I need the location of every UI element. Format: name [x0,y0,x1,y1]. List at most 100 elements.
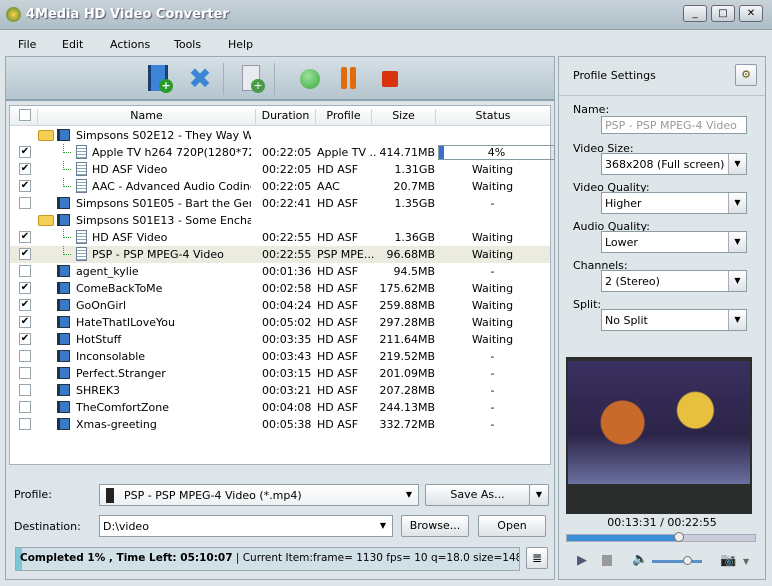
save-as-button[interactable]: Save As... [425,484,530,506]
table-row[interactable]: ✔ ComeBackToMe 00:02:58 HD ASF 175.62MB Waiti… [10,280,550,297]
destination-input[interactable]: D:\video ▼ [99,515,393,537]
row-status: Waiting [471,316,514,329]
row-name: HD ASF Video [92,231,168,244]
row-size: 244.13MB [379,401,435,414]
header-size[interactable]: Size [371,109,435,124]
stop-icon[interactable] [376,65,404,93]
volume-slider[interactable] [652,556,702,565]
table-row[interactable]: ✔ GoOnGirl 00:04:24 HD ASF 259.88MB Waiting [10,297,550,314]
split-select[interactable]: No Split ▼ [601,309,747,331]
row-duration: 00:22:55 [262,231,312,244]
open-button[interactable]: Open [478,515,546,537]
close-button[interactable]: ✕ [739,5,763,22]
row-name: Perfect.Stranger [76,367,166,380]
table-row[interactable]: Xmas-greeting 00:05:38 HD ASF 332.72MB - [10,416,550,433]
row-name: ComeBackToMe [76,282,163,295]
table-row[interactable]: Simpsons S02E12 - They Way We ... [10,127,550,144]
table-row[interactable]: ✔ PSP - PSP MPEG-4 Video 00:22:55 PSP MPE..… [10,246,550,263]
profile-doc-icon [76,247,87,261]
row-checkbox[interactable]: ✔ [19,163,31,175]
table-row[interactable]: ✔ HD ASF Video 00:22:05 HD ASF 1.31GB Waiting [10,161,550,178]
row-checkbox[interactable] [19,418,31,430]
header-duration[interactable]: Duration [255,109,315,124]
audio-quality-value: Lower [605,236,638,249]
video-quality-select[interactable]: Higher ▼ [601,192,747,214]
menu-actions[interactable]: Actions [110,38,150,51]
table-row[interactable]: ✔ Apple TV h264 720P(1280*720) 00:22:05 App… [10,144,555,161]
log-button[interactable]: ≣ [526,547,548,569]
add-profile-icon[interactable]: + [238,65,266,93]
channels-select[interactable]: 2 (Stereo) ▼ [601,270,747,292]
header-profile[interactable]: Profile [315,109,371,124]
select-all-checkbox[interactable] [19,109,31,121]
settings-button[interactable]: ⚙ [735,64,757,86]
table-row[interactable]: SHREK3 00:03:21 HD ASF 207.28MB - [10,382,550,399]
tree-line [63,229,71,238]
audio-quality-select[interactable]: Lower ▼ [601,231,747,253]
snapshot-icon[interactable]: 📷 [720,553,736,568]
row-checkbox[interactable]: ✔ [19,231,31,243]
video-size-select[interactable]: 368x208 (Full screen) ▼ [601,153,747,175]
video-icon [57,214,70,226]
profile-select[interactable]: PSP - PSP MPEG-4 Video (*.mp4) ▼ [99,484,419,506]
minimize-button[interactable]: _ [683,5,707,22]
stop-button[interactable] [602,555,612,566]
toolbar: + ✖ + [6,57,554,101]
video-icon [57,129,70,141]
row-duration: 00:03:35 [262,333,312,346]
row-checkbox[interactable]: ✔ [19,146,31,158]
maximize-button[interactable]: □ [711,5,735,22]
header-status[interactable]: Status [435,109,550,124]
row-checkbox[interactable]: ✔ [19,333,31,345]
menu-edit[interactable]: Edit [62,38,83,51]
pause-icon[interactable] [336,65,364,93]
table-row[interactable]: TheComfortZone 00:04:08 HD ASF 244.13MB - [10,399,550,416]
row-checkbox[interactable]: ✔ [19,248,31,260]
playback-time: 00:13:31 / 00:22:55 [607,516,717,529]
table-row[interactable]: ✔ HateThatILoveYou 00:05:02 HD ASF 297.28MB W… [10,314,550,331]
table-row[interactable]: agent_kylie 00:01:36 HD ASF 94.5MB - [10,263,550,280]
file-list[interactable]: Name Duration Profile Size Status Simpso… [9,105,555,465]
remove-icon[interactable]: ✖ [186,65,214,93]
row-checkbox[interactable] [19,384,31,396]
split-label: Split: [573,298,602,311]
table-row[interactable]: ✔ HotStuff 00:03:35 HD ASF 211.64MB Waiting [10,331,550,348]
video-icon [57,367,70,379]
table-row[interactable]: Perfect.Stranger 00:03:15 HD ASF 201.09MB - [10,365,550,382]
table-row[interactable]: Simpsons S01E13 - Some Enchant... [10,212,550,229]
chevron-down-icon: ▼ [728,310,746,330]
app-icon [6,7,21,22]
row-checkbox[interactable] [19,401,31,413]
row-duration: 00:02:58 [262,282,312,295]
profile-name-input[interactable]: PSP - PSP MPEG-4 Video [601,116,747,134]
row-checkbox[interactable] [19,350,31,362]
row-status: Waiting [471,299,514,312]
row-checkbox[interactable] [19,367,31,379]
menu-tools[interactable]: Tools [174,38,201,51]
row-checkbox[interactable]: ✔ [19,299,31,311]
save-as-dropdown[interactable]: ▼ [529,484,549,506]
table-row[interactable]: ✔ HD ASF Video 00:22:55 HD ASF 1.36GB Waiting [10,229,550,246]
row-checkbox[interactable]: ✔ [19,180,31,192]
play-button[interactable]: ▶ [577,553,587,568]
menu-help[interactable]: Help [228,38,253,51]
table-row[interactable]: ✔ AAC - Advanced Audio Coding 00:22:05 AAC 2… [10,178,550,195]
row-checkbox[interactable] [19,197,31,209]
start-icon[interactable] [296,65,324,93]
row-size: 94.5MB [393,265,435,278]
snapshot-dropdown[interactable]: ▼ [743,557,749,566]
profile-name-value: PSP - PSP MPEG-4 Video [605,119,737,132]
menu-file[interactable]: File [18,38,36,51]
table-row[interactable]: Simpsons S01E05 - Bart the General 00:22:… [10,195,550,212]
browse-button[interactable]: Browse... [401,515,469,537]
add-video-icon[interactable]: + [146,65,174,93]
row-checkbox[interactable]: ✔ [19,316,31,328]
header-name[interactable]: Name [37,109,255,124]
row-checkbox[interactable] [19,265,31,277]
row-profile: HD ASF [317,333,359,346]
seek-slider[interactable] [566,532,756,542]
table-row[interactable]: Inconsolable 00:03:43 HD ASF 219.52MB - [10,348,550,365]
row-duration: 00:22:05 [262,180,312,193]
row-checkbox[interactable]: ✔ [19,282,31,294]
volume-icon[interactable]: 🔈 [632,552,648,567]
